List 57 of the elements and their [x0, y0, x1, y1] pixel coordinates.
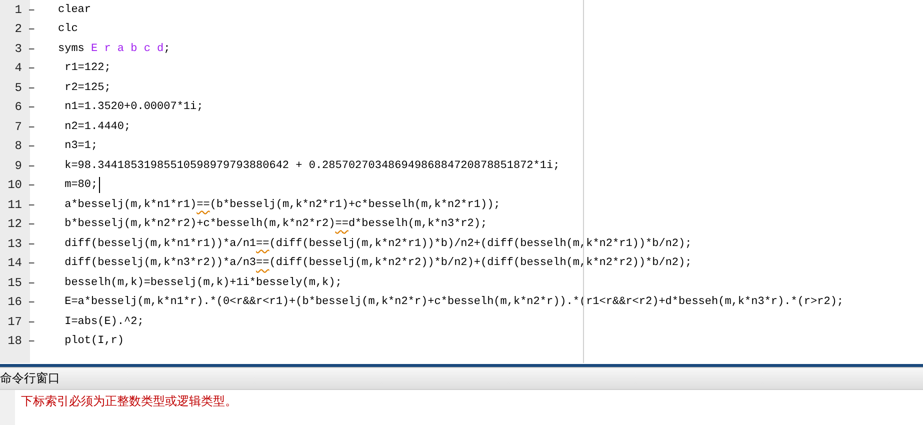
- line-number: 7: [14, 120, 22, 134]
- breakpoint-marker[interactable]: –: [28, 178, 36, 192]
- breakpoint-marker[interactable]: –: [28, 22, 36, 36]
- line-number: 18: [6, 334, 22, 348]
- breakpoint-marker[interactable]: –: [28, 295, 36, 310]
- breakpoint-marker[interactable]: –: [28, 139, 36, 154]
- code-line: clear: [58, 4, 92, 16]
- code-line: r2=125;: [64, 82, 111, 94]
- line-number: 6: [14, 100, 22, 114]
- breakpoint-marker[interactable]: –: [28, 158, 36, 173]
- line-number: 1: [14, 2, 22, 17]
- breakpoint-marker[interactable]: –: [28, 198, 36, 212]
- command-window-title: 命令行窗口: [0, 367, 923, 390]
- line-number: 10: [6, 178, 22, 192]
- code-line: r1=122;: [64, 62, 111, 74]
- breakpoint-marker[interactable]: –: [28, 2, 36, 17]
- code-line: n2=1.4440;: [64, 120, 131, 133]
- breakpoint-marker[interactable]: –: [28, 42, 36, 56]
- code-line: n3=1;: [64, 140, 98, 152]
- line-number: 17: [6, 314, 22, 329]
- line-number: 14: [6, 256, 22, 270]
- code-line: besselh(m,k)=besselj(m,k)+1i*bessely(m,k);: [64, 276, 342, 289]
- code-line: b*besselj(m,k*n2*r2)+c*besselh(m,k*n2*r2)==d*besselh(m,k*n3*r2);: [64, 218, 488, 230]
- error-message: 下标索引必须为正整数类型或逻辑类型。: [21, 393, 237, 410]
- line-number: 4: [14, 61, 22, 76]
- code-line: m=80;: [64, 179, 98, 192]
- breakpoint-marker[interactable]: –: [28, 120, 36, 134]
- code-line: syms E r a b c d;: [58, 42, 170, 55]
- breakpoint-marker[interactable]: –: [28, 80, 36, 95]
- line-number: 2: [14, 22, 22, 36]
- line-number: 8: [14, 139, 22, 154]
- line-number: 15: [6, 276, 22, 290]
- breakpoint-marker[interactable]: –: [28, 314, 36, 329]
- code-line: diff(besselj(m,k*n1*r1))*a/n1==(diff(besselj(m,k*n2*r1))*b)/n2+(diff(besselh(m,k*n2*r1))*b/n2);: [64, 238, 692, 250]
- code-line: diff(besselj(m,k*n3*r2))*a/n3==(diff(besselj(m,k*n2*r2))*b/n2)+(diff(besselh(m,k*n2*r2))*b/n2);: [64, 257, 692, 270]
- line-number: 9: [14, 158, 22, 173]
- command-window-gutter: [0, 390, 15, 425]
- code-line: n1=1.3520+0.00007*1i;: [64, 101, 204, 114]
- breakpoint-marker[interactable]: –: [28, 256, 36, 270]
- breakpoint-marker[interactable]: –: [28, 236, 36, 251]
- breakpoint-marker[interactable]: –: [28, 100, 36, 114]
- line-number: 16: [6, 295, 22, 310]
- code-line: E=a*besselj(m,k*n1*r).*(0<r&&r<r1)+(b*besselj(m,k*n2*r)+c*besselh(m,k*n2*r)).*(r1<r&&r<r2)+d*besseh(m,k*n3*r).*(r>r2);: [64, 296, 844, 308]
- breakpoint-marker[interactable]: –: [28, 217, 36, 232]
- line-number: 5: [14, 80, 22, 95]
- code-line: clc: [58, 23, 78, 36]
- breakpoint-marker[interactable]: –: [28, 61, 36, 76]
- code-line: plot(I,r): [64, 335, 124, 348]
- line-number: 13: [6, 236, 22, 251]
- line-number: 3: [14, 42, 22, 56]
- line-number: 11: [6, 198, 22, 212]
- breakpoint-marker[interactable]: –: [28, 334, 36, 348]
- breakpoint-marker[interactable]: –: [28, 276, 36, 290]
- code-line: a*besselj(m,k*n1*r1)==(b*besselj(m,k*n2*r1)+c*besselh(m,k*n2*r1));: [64, 198, 500, 211]
- line-number: 12: [6, 217, 22, 232]
- code-line: k=98.34418531985510598979793880642 + 0.28570270348694986884720878851872*1i;: [64, 160, 560, 172]
- code-line: I=abs(E).^2;: [64, 316, 144, 328]
